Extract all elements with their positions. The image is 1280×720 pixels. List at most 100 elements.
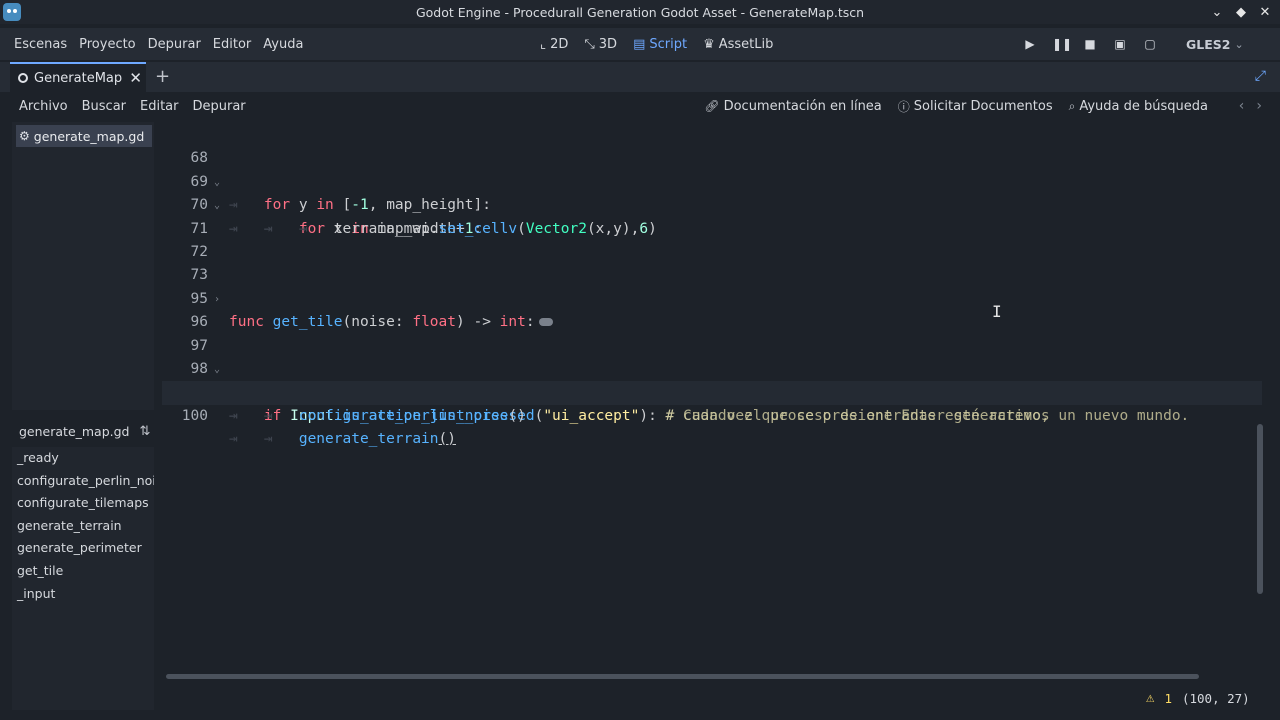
code-line: 71 bbox=[162, 194, 1262, 237]
code-comment: # cada vez que se presione Enter generar… bbox=[665, 407, 1190, 424]
workspace-3d-label: 3D bbox=[598, 36, 618, 52]
code-line: 73 › func get_tile(noise: float) -> int: bbox=[162, 241, 1262, 330]
warning-icon[interactable]: ⚠ bbox=[1146, 690, 1154, 706]
search-help-button[interactable]: ⌕ Ayuda de búsqueda bbox=[1069, 99, 1208, 114]
line-text: ⇥ ⇥ generate_terrain() bbox=[229, 431, 456, 448]
workspace-2d-label: 2D bbox=[550, 36, 569, 52]
history-nav: ‹ › bbox=[1239, 92, 1262, 120]
script-editor-menu: Archivo Buscar Editar Depurar 🔗︎ Documen… bbox=[0, 92, 1280, 120]
line-number: 100 bbox=[181, 407, 208, 424]
renderer-label: GLES2 bbox=[1186, 36, 1231, 52]
close-icon[interactable]: ✕ bbox=[129, 69, 142, 87]
play-icon[interactable]: ▶ bbox=[1022, 37, 1038, 51]
chevron-down-icon: ⌄ bbox=[1234, 37, 1244, 51]
node-circle-icon bbox=[18, 73, 28, 83]
code-line: 95 bbox=[162, 264, 1262, 307]
editor-status-bar: ⚠ 1 (100, 27) bbox=[1146, 688, 1250, 708]
code-line: 98 ⌄ ⇥ if Input.is_action_just_pressed("… bbox=[162, 335, 1262, 424]
method-item[interactable]: _input bbox=[12, 583, 154, 606]
code-line: 96 bbox=[162, 288, 1262, 330]
method-item[interactable]: generate_perimeter bbox=[12, 537, 154, 560]
scene-tab-label: GenerateMap bbox=[34, 70, 123, 86]
code-line: 72 bbox=[162, 218, 1262, 260]
maximize-icon[interactable]: ◆ bbox=[1234, 5, 1248, 20]
3d-icon: ⤡ bbox=[584, 36, 595, 52]
current-code-line: 100 ⇥ ⇥ generate_terrain() bbox=[162, 381, 1262, 447]
line-text: ⇥ ⇥ configurate_perlin_noise() # cada ve… bbox=[229, 407, 1190, 424]
pause-icon[interactable]: ❚❚ bbox=[1052, 37, 1072, 51]
method-item[interactable]: configurate_tilemaps bbox=[12, 492, 154, 515]
script-list-item[interactable]: ⚙ generate_map.gd bbox=[16, 125, 152, 147]
help-icon: ⓘ bbox=[897, 99, 910, 114]
assetlib-icon: ♛ bbox=[703, 36, 715, 52]
horizontal-scrollbar[interactable] bbox=[166, 674, 1199, 679]
distraction-free-icon[interactable]: ⤢ bbox=[1255, 68, 1266, 84]
scene-tabs: GenerateMap ✕ + ⤢ bbox=[0, 62, 1280, 92]
main-menu-bar: Escenas Proyecto Depurar Editor Ayuda ⌞ … bbox=[0, 28, 1280, 60]
code-line: 68 ⌄ ⇥ for y in [-1, map_height]: bbox=[162, 124, 1262, 213]
vertical-scrollbar[interactable] bbox=[1257, 424, 1263, 594]
search-help-icon: ⌕ bbox=[1068, 98, 1076, 113]
workspace-assetlib-label: AssetLib bbox=[718, 36, 774, 52]
method-panel-title: generate_map.gd bbox=[19, 423, 130, 439]
renderer-select[interactable]: GLES2 ⌄ bbox=[1186, 28, 1244, 60]
script-menu-depurar[interactable]: Depurar bbox=[186, 99, 253, 114]
window-controls: ⌄ ◆ ✕ bbox=[1210, 0, 1272, 24]
play-scene-icon[interactable]: ▣ bbox=[1112, 37, 1128, 51]
menu-editor[interactable]: Editor bbox=[207, 37, 257, 52]
cursor-position: (100, 27) bbox=[1181, 690, 1250, 706]
code-line: 69 ⌄ ⇥ ⇥ for x in map_width+1: bbox=[162, 147, 1262, 237]
2d-icon: ⌞ bbox=[540, 36, 547, 52]
link-icon: 🔗︎ bbox=[704, 99, 720, 113]
menu-ayuda[interactable]: Ayuda bbox=[257, 37, 309, 52]
sort-icon[interactable]: ⇅ bbox=[140, 424, 151, 439]
script-menu-editar[interactable]: Editar bbox=[133, 99, 186, 114]
menu-proyecto[interactable]: Proyecto bbox=[73, 37, 142, 52]
add-tab-icon[interactable]: + bbox=[155, 66, 170, 87]
title-bar: Godot Engine - Procedurall Generation Go… bbox=[0, 0, 1280, 24]
search-help-label: Ayuda de búsqueda bbox=[1079, 98, 1208, 114]
method-item[interactable]: generate_terrain bbox=[12, 515, 154, 538]
workspace-script-button[interactable]: ▤ Script bbox=[633, 37, 687, 52]
online-docs-button[interactable]: 🔗︎ Documentación en línea bbox=[704, 99, 881, 114]
help-buttons: 🔗︎ Documentación en línea ⓘ Solicitar Do… bbox=[704, 92, 1208, 120]
workspace-switcher: ⌞ 2D ⤡ 3D ▤ Script ♛ AssetLib bbox=[540, 28, 773, 60]
method-panel-header: generate_map.gd ⇅ bbox=[12, 418, 154, 444]
workspace-3d-button[interactable]: ⤡ 3D bbox=[584, 37, 617, 52]
scene-tab-generatemap[interactable]: GenerateMap ✕ bbox=[10, 62, 146, 92]
script-list-item-label: generate_map.gd bbox=[33, 128, 145, 144]
play-custom-scene-icon[interactable]: ▢ bbox=[1142, 37, 1158, 51]
warning-count[interactable]: 1 bbox=[1164, 691, 1172, 706]
method-item[interactable]: configurate_perlin_noise bbox=[12, 470, 154, 493]
script-icon: ▤ bbox=[633, 36, 646, 52]
close-window-icon[interactable]: ✕ bbox=[1258, 5, 1272, 20]
menu-depurar[interactable]: Depurar bbox=[142, 37, 207, 52]
method-list: _ready configurate_perlin_noise configur… bbox=[12, 447, 154, 710]
script-list: ⚙ generate_map.gd bbox=[12, 122, 154, 410]
minimize-icon[interactable]: ⌄ bbox=[1210, 5, 1224, 20]
back-icon[interactable]: ‹ bbox=[1239, 98, 1245, 114]
text-cursor-icon: I bbox=[992, 302, 1002, 321]
code-line: 70 ⇥ ⇥ ⇥ terrain_map.set_cellv(Vector2(x… bbox=[162, 171, 1262, 236]
workspace-script-label: Script bbox=[649, 36, 688, 52]
code-line: 97 ⌄ func _input(event) -> void: bbox=[162, 311, 1262, 401]
script-menu-archivo[interactable]: Archivo bbox=[12, 99, 75, 114]
script-menu: Archivo Buscar Editar Depurar bbox=[12, 92, 253, 120]
workspace-2d-button[interactable]: ⌞ 2D bbox=[540, 37, 568, 52]
stop-icon[interactable]: ■ bbox=[1082, 37, 1098, 51]
forward-icon[interactable]: › bbox=[1256, 98, 1262, 114]
workspace-assetlib-button[interactable]: ♛ AssetLib bbox=[703, 37, 773, 52]
script-menu-buscar[interactable]: Buscar bbox=[75, 99, 133, 114]
online-docs-label: Documentación en línea bbox=[723, 98, 882, 114]
gear-icon: ⚙ bbox=[19, 129, 30, 143]
code-editor[interactable]: 68 ⌄ ⇥ for y in [-1, map_height]: 69 ⌄ ⇥… bbox=[162, 122, 1268, 682]
window-title: Godot Engine - Procedurall Generation Go… bbox=[415, 4, 865, 20]
menu-escenas[interactable]: Escenas bbox=[8, 37, 73, 52]
playback-controls: ▶ ❚❚ ■ ▣ ▢ bbox=[1022, 28, 1158, 60]
method-item[interactable]: get_tile bbox=[12, 560, 154, 583]
main-menu: Escenas Proyecto Depurar Editor Ayuda bbox=[8, 28, 309, 60]
method-item[interactable]: _ready bbox=[12, 447, 154, 470]
request-docs-label: Solicitar Documentos bbox=[913, 98, 1053, 114]
code-line: 99 ⇥ ⇥ configurate_perlin_noise() # cada… bbox=[162, 358, 1262, 423]
request-docs-button[interactable]: ⓘ Solicitar Documentos bbox=[898, 98, 1053, 115]
